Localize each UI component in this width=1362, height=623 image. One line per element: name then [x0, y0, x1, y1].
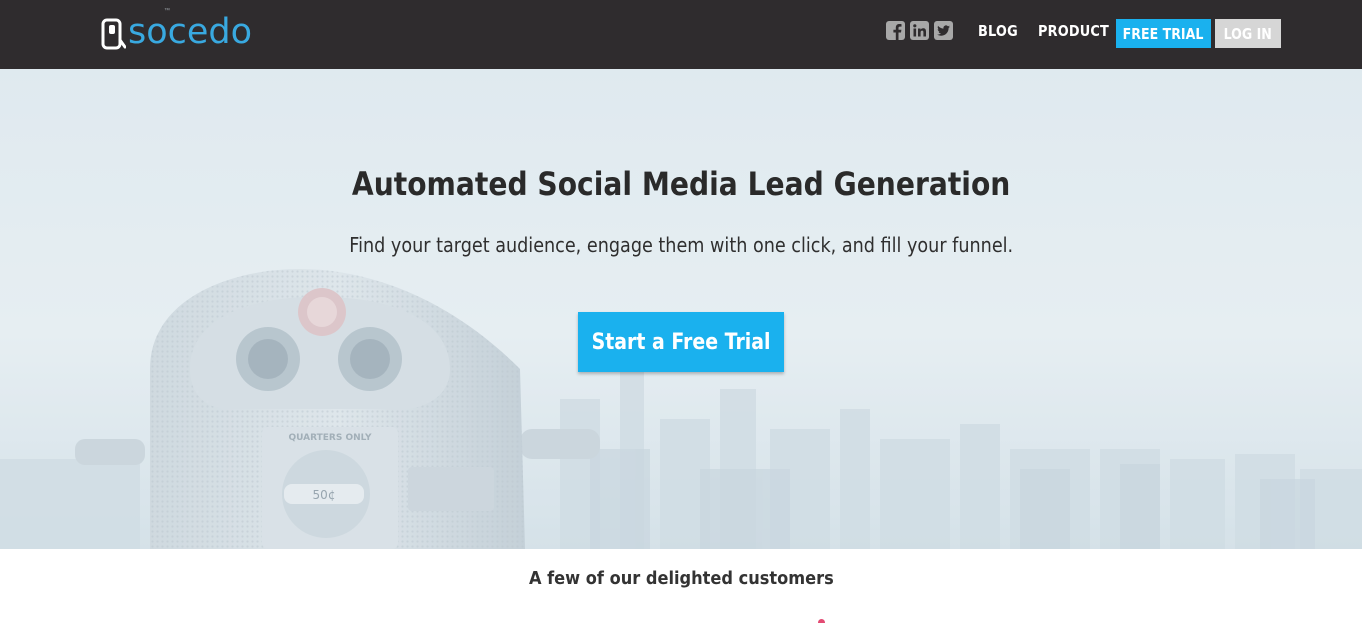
nav-blog-link[interactable]: BLOG: [978, 22, 1018, 40]
customers-heading: A few of our delighted customers: [0, 568, 1362, 589]
logo-wordmark: socedo: [128, 12, 253, 52]
linkedin-icon[interactable]: [910, 21, 929, 40]
nav-login-button[interactable]: LOG IN: [1215, 19, 1281, 48]
nav-login-label: LOG IN: [1223, 24, 1273, 43]
nav-free-trial-button[interactable]: FREE TRIAL: [1116, 19, 1211, 48]
nav-product-link[interactable]: PRODUCT: [1038, 22, 1109, 40]
hero-background-image: QUARTERS ONLY 50¢: [0, 69, 1362, 549]
hero-section: QUARTERS ONLY 50¢ Automated Social Media…: [0, 69, 1362, 549]
start-free-trial-button[interactable]: Start a Free Trial: [578, 312, 784, 372]
top-navbar: socedo ™ BLOG PRODUCT FREE TRIAL LOG IN: [0, 0, 1362, 69]
logo-mark-icon: [101, 18, 126, 50]
hero-subtitle: Find your target audience, engage them w…: [0, 233, 1362, 257]
customer-logo-partial: [818, 619, 825, 623]
nav-free-trial-label: FREE TRIAL: [1123, 24, 1204, 43]
hero-title-text: Automated Social Media Lead Generation: [351, 165, 1011, 203]
facebook-icon[interactable]: [886, 21, 905, 40]
start-free-trial-label: Start a Free Trial: [591, 329, 771, 355]
twitter-icon[interactable]: [934, 21, 953, 40]
socedo-logo[interactable]: socedo: [100, 14, 252, 54]
hero-subtitle-text: Find your target audience, engage them w…: [349, 233, 1013, 257]
hero-title: Automated Social Media Lead Generation: [0, 165, 1362, 203]
social-links: [886, 21, 953, 40]
trademark-mark: ™: [164, 8, 170, 14]
customers-heading-text: A few of our delighted customers: [528, 568, 834, 589]
